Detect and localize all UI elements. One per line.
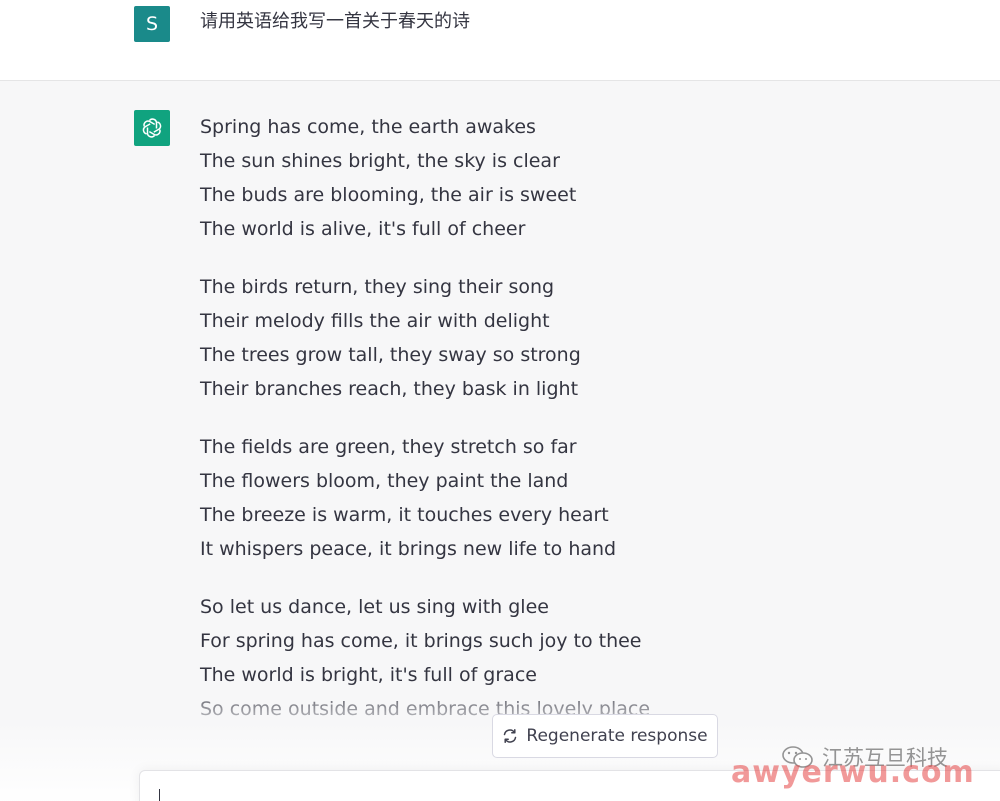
refresh-icon — [502, 728, 518, 744]
poem-line: Spring has come, the earth awakes — [200, 116, 536, 138]
poem: Spring has come, the earth awakes The su… — [200, 110, 900, 750]
poem-line: The flowers bloom, they paint the land — [200, 470, 569, 492]
poem-line: It whispers peace, it brings new life to… — [200, 538, 617, 560]
poem-line: So let us dance, let us sing with glee — [200, 596, 549, 618]
poem-line: Their branches reach, they bask in light — [200, 378, 579, 400]
poem-line: The world is alive, it's full of cheer — [200, 218, 526, 240]
poem-line: The breeze is warm, it touches every hea… — [200, 504, 609, 526]
poem-line: Their melody fills the air with delight — [200, 310, 550, 332]
openai-logo-icon — [142, 118, 162, 138]
stanza: The fields are green, they stretch so fa… — [200, 430, 900, 566]
poem-line: The world is bright, it's full of grace — [200, 664, 537, 686]
regenerate-response-button[interactable]: Regenerate response — [492, 714, 718, 758]
user-message-text: 请用英语给我写一首关于春天的诗 — [200, 11, 470, 32]
assistant-message-row: Spring has come, the earth awakes The su… — [0, 81, 1000, 801]
poem-line: For spring has come, it brings such joy … — [200, 630, 642, 652]
user-message-row: S 请用英语给我写一首关于春天的诗 — [0, 0, 1000, 81]
regenerate-response-label: Regenerate response — [526, 726, 708, 746]
assistant-avatar — [134, 110, 170, 146]
poem-line: The fields are green, they stretch so fa… — [200, 436, 577, 458]
user-avatar: S — [134, 6, 170, 42]
text-cursor — [159, 789, 160, 801]
watermark-url: awyerwu.com — [731, 755, 975, 790]
poem-line: The trees grow tall, they sway so strong — [200, 344, 581, 366]
poem-line: The sun shines bright, the sky is clear — [200, 150, 560, 172]
chat-page: S 请用英语给我写一首关于春天的诗 Spring has come, the e… — [0, 0, 1000, 801]
stanza: The birds return, they sing their song T… — [200, 270, 900, 406]
poem-line: The birds return, they sing their song — [200, 276, 555, 298]
stanza: So let us dance, let us sing with glee F… — [200, 590, 900, 726]
stanza: Spring has come, the earth awakes The su… — [200, 110, 900, 246]
poem-line: The buds are blooming, the air is sweet — [200, 184, 577, 206]
